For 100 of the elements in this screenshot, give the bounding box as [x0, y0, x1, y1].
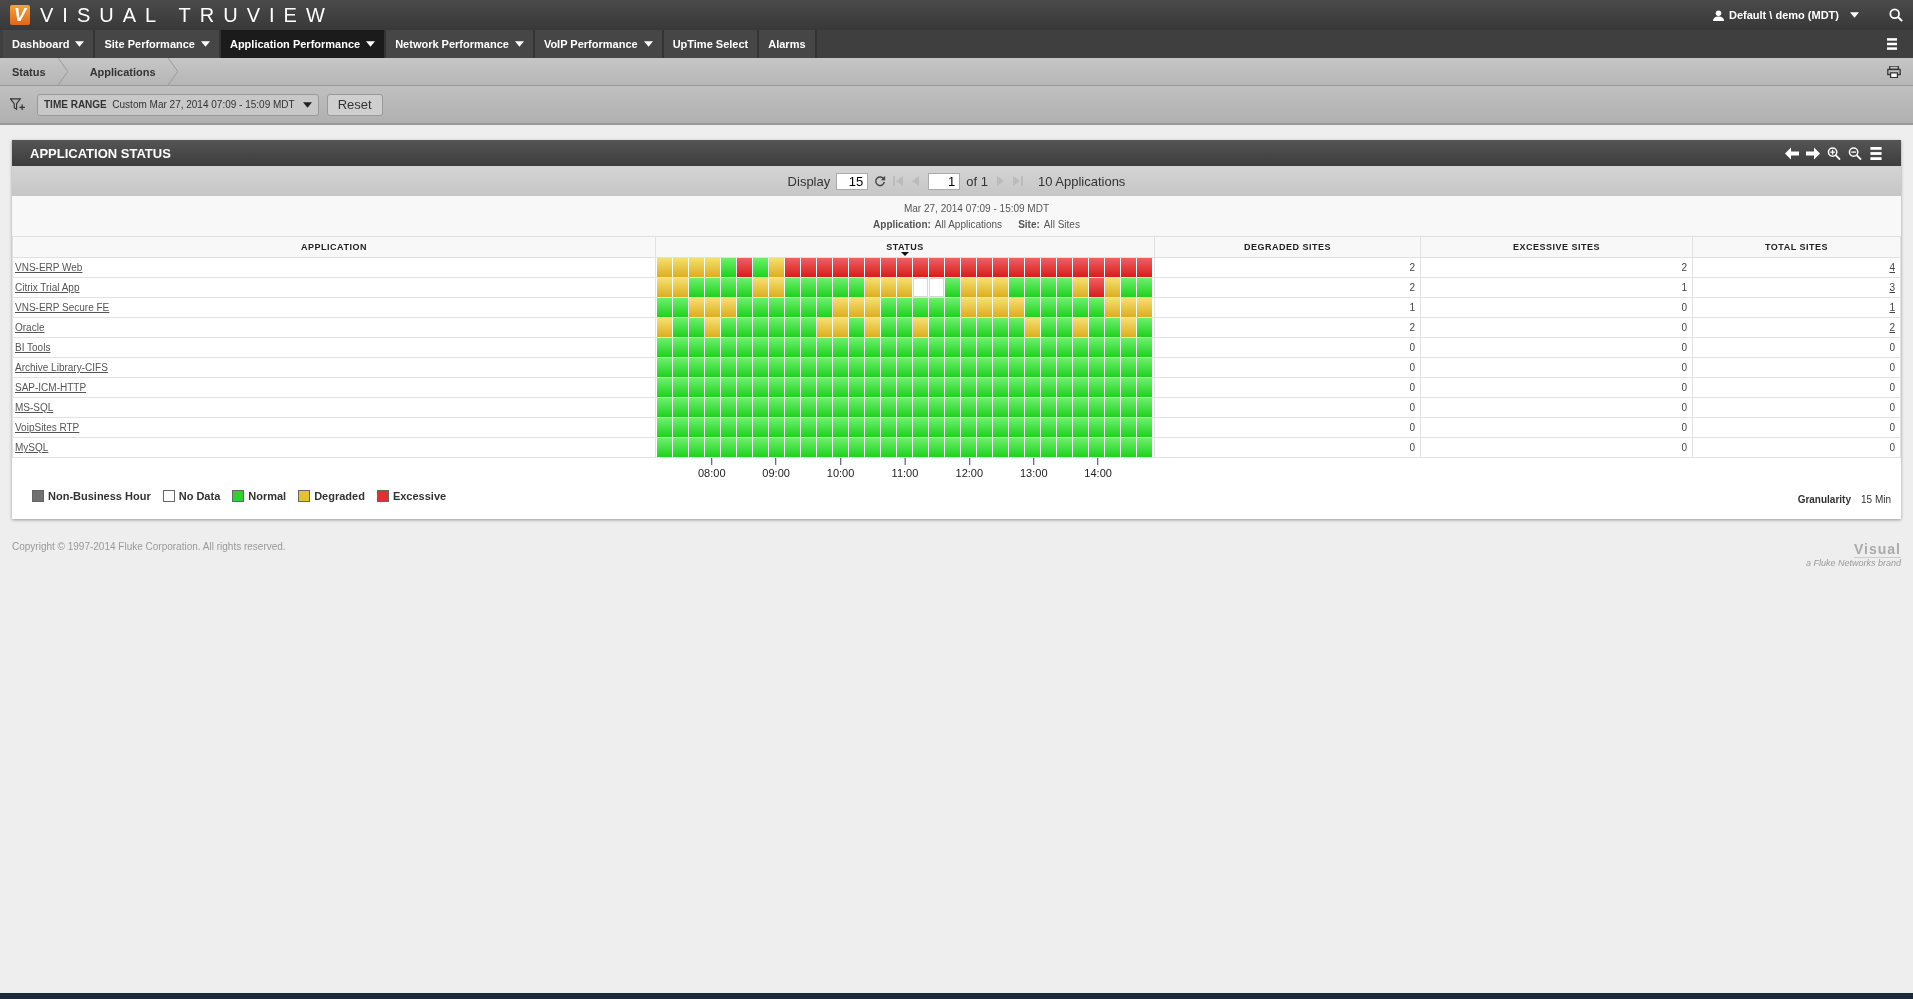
- caret-icon: [1850, 12, 1859, 18]
- axis-label: 14:00: [1084, 467, 1112, 479]
- search-icon[interactable]: [1889, 8, 1903, 22]
- column-header[interactable]: EXCESSIVE SITES: [1420, 236, 1693, 258]
- nav-tab[interactable]: Alarms: [759, 30, 817, 58]
- date-range-text: Mar 27, 2014 07:09 - 15:09 MDT: [903, 202, 1050, 214]
- table-cell: 0: [1154, 337, 1421, 358]
- column-header[interactable]: DEGRADED SITES: [1154, 236, 1421, 258]
- application-link[interactable]: BI Tools: [15, 342, 51, 353]
- site-filter-label: Site:: [1018, 218, 1040, 230]
- column-header[interactable]: APPLICATION: [12, 236, 656, 258]
- table-cell: 0: [1692, 337, 1901, 358]
- total-sites-link[interactable]: 1: [1889, 302, 1895, 313]
- table-cell: 2: [1154, 277, 1421, 298]
- total-sites-link[interactable]: 2: [1889, 322, 1895, 333]
- user-menu[interactable]: Default \ demo (MDT): [1713, 9, 1859, 21]
- axis-label: 08:00: [697, 467, 726, 479]
- application-filter-label: Application:: [873, 218, 931, 230]
- legend-label: Excessive: [392, 489, 447, 502]
- application-link[interactable]: MS-SQL: [15, 402, 54, 413]
- table-cell: 0: [1420, 417, 1693, 438]
- back-arrow-icon[interactable]: [1785, 146, 1799, 160]
- axis-label: 12:00: [955, 467, 984, 479]
- menu-icon[interactable]: [1887, 38, 1897, 50]
- table-cell: 0: [1154, 417, 1421, 438]
- axis-label: 13:00: [1019, 467, 1048, 479]
- application-link[interactable]: VNS-ERP Secure FE: [15, 302, 110, 313]
- table-cell: 0: [1154, 397, 1421, 418]
- zoom-out-icon[interactable]: [1848, 146, 1862, 160]
- table-cell: 0: [1154, 377, 1421, 398]
- table-cell: 0: [1692, 377, 1901, 398]
- axis-label: 09:00: [762, 467, 790, 479]
- site-filter-value: All Sites: [1043, 218, 1080, 230]
- nav-tab[interactable]: Site Performance: [95, 30, 221, 58]
- forward-arrow-icon[interactable]: [1806, 146, 1820, 160]
- table-cell: 0: [1420, 357, 1693, 378]
- breadcrumb-item[interactable]: Status: [12, 65, 58, 78]
- column-header[interactable]: TOTAL SITES: [1692, 236, 1901, 258]
- axis-label: 10:00: [826, 467, 855, 479]
- legend-label: Normal: [248, 489, 287, 502]
- application-link[interactable]: Oracle: [15, 322, 45, 333]
- granularity-value: 15 Min: [1861, 494, 1891, 505]
- nav-tab[interactable]: VoIP Performance: [534, 30, 664, 58]
- filter-add-icon[interactable]: [10, 98, 25, 111]
- refresh-icon[interactable]: [874, 175, 887, 187]
- application-link[interactable]: MySQL: [15, 442, 49, 453]
- table-cell: 0: [1420, 397, 1693, 418]
- table-cell: 1: [1154, 297, 1421, 318]
- table-cell: 2: [1420, 257, 1693, 278]
- legend-label: No Data: [178, 489, 221, 502]
- column-header[interactable]: STATUS: [655, 236, 1155, 258]
- table-cell: 0: [1692, 357, 1901, 378]
- brand-tagline: a Fluke Networks brand: [1805, 558, 1901, 568]
- table-cell: 0: [1154, 357, 1421, 378]
- table-cell: 0: [1420, 377, 1693, 398]
- page-total-label: of 1: [966, 173, 988, 189]
- application-link[interactable]: Archive Library-CIFS: [15, 362, 108, 373]
- time-range-dropdown[interactable]: TIME RANGE Custom Mar 27, 2014 07:09 - 15:09 MDT: [37, 93, 319, 116]
- table-cell: 0: [1692, 437, 1901, 458]
- table-cell: 0: [1420, 297, 1693, 318]
- logo-icon: V: [10, 5, 30, 25]
- application-link[interactable]: SAP-ICM-HTTP: [15, 382, 87, 393]
- granularity-label: Granularity: [1797, 494, 1851, 505]
- caret-icon: [302, 101, 312, 108]
- axis-label: 11:00: [891, 467, 919, 479]
- application-link[interactable]: Citrix Trial App: [15, 282, 80, 293]
- table-cell: 0: [1420, 337, 1693, 358]
- table-cell: 0: [1154, 437, 1421, 458]
- page-number-field[interactable]: 1: [928, 172, 961, 190]
- print-icon[interactable]: [1887, 65, 1901, 78]
- nav-tab[interactable]: Dashboard: [3, 30, 96, 58]
- app-title: VISUAL TRUVIEW: [40, 3, 334, 27]
- display-count-field[interactable]: 15: [836, 172, 869, 190]
- application-filter-value: All Applications: [934, 218, 1003, 230]
- panel-title: APPLICATION STATUS: [30, 145, 171, 161]
- table-cell: 1: [1420, 277, 1693, 298]
- nav-tab[interactable]: Network Performance: [386, 30, 535, 58]
- copyright-text: Copyright © 1997-2014 Fluke Corporation. All rights reserved.: [12, 541, 286, 554]
- application-link[interactable]: VNS-ERP Web: [15, 262, 83, 273]
- legend-label: Degraded: [314, 489, 365, 502]
- table-cell: 0: [1420, 437, 1693, 458]
- application-count: 10 Applications: [1037, 173, 1126, 189]
- nav-tab[interactable]: UpTime Select: [663, 30, 760, 58]
- zoom-in-icon[interactable]: [1827, 146, 1841, 160]
- table-cell: 2: [1154, 257, 1421, 278]
- total-sites-link[interactable]: 3: [1889, 282, 1895, 293]
- application-link[interactable]: VoipSites RTP: [15, 422, 80, 433]
- menu-icon[interactable]: [1869, 146, 1883, 160]
- table-cell: 0: [1692, 417, 1901, 438]
- table-cell: 2: [1154, 317, 1421, 338]
- total-sites-link[interactable]: 4: [1889, 262, 1895, 273]
- table-cell: 0: [1420, 317, 1693, 338]
- brand-name: Visual: [1854, 541, 1901, 558]
- user-icon: [1713, 9, 1724, 21]
- nav-tab[interactable]: Application Performance: [220, 30, 387, 58]
- reset-button[interactable]: Reset: [326, 93, 383, 116]
- breadcrumb-item[interactable]: Applications: [89, 65, 168, 78]
- legend-label: Non-Business Hour: [48, 489, 151, 502]
- display-label: Display: [787, 173, 831, 189]
- table-cell: 0: [1692, 397, 1901, 418]
